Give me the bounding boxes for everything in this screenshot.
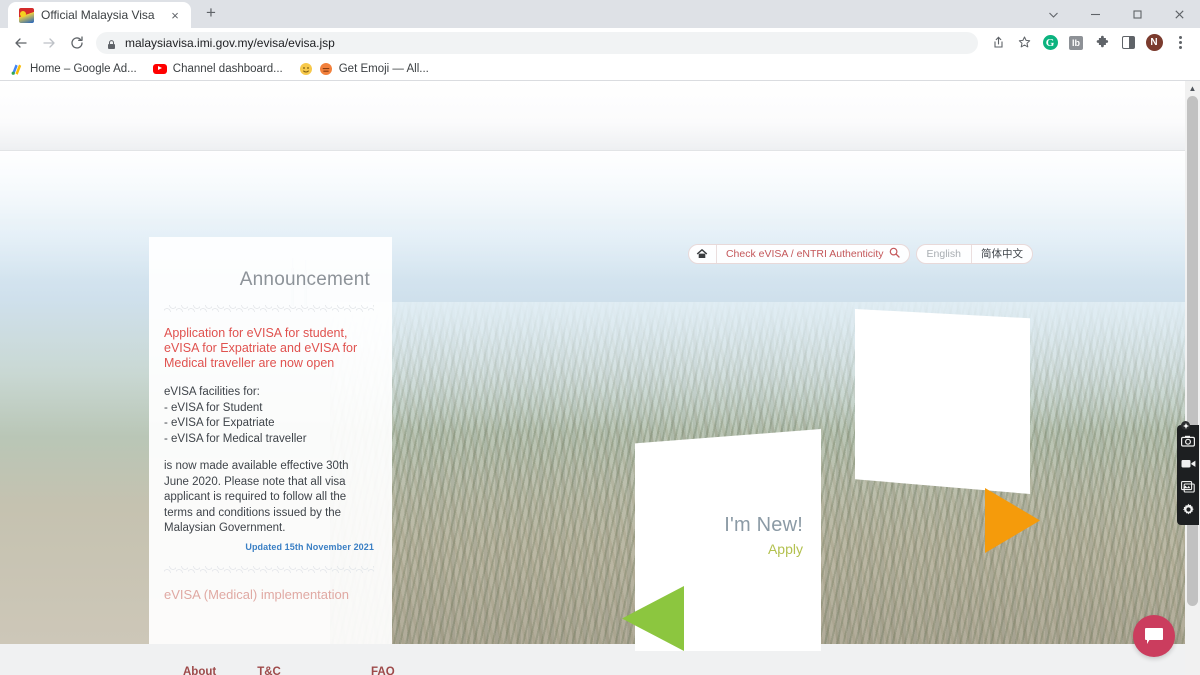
footer-heading: FAQ: [371, 666, 395, 675]
puzzle-extension-icon[interactable]: [1090, 31, 1114, 55]
bookmark-item[interactable]: Channel dashboard...: [152, 62, 283, 76]
announcement-headline: Application for eVISA for student, eVISA…: [164, 326, 358, 370]
close-window-icon[interactable]: [1158, 0, 1200, 28]
bookmarks-bar: Home – Google Ad... Channel dashboard...…: [0, 57, 1200, 81]
screen-recorder-toolbar: [1177, 421, 1199, 525]
footer-column-tc: T&C eVISA General eVISA Medical: [257, 666, 330, 675]
bookmark-star-icon[interactable]: [1012, 31, 1036, 55]
minimize-icon[interactable]: [1074, 0, 1116, 28]
tab-strip: Official Malaysia Visa × +: [0, 0, 1200, 28]
scroll-up-icon[interactable]: ▲: [1185, 81, 1200, 96]
window-controls: [1032, 0, 1200, 28]
bookmark-item[interactable]: Home – Google Ad...: [10, 62, 137, 76]
language-switcher: English 简体中文: [915, 244, 1033, 264]
nav-pill-group: Check eVISA / eNTRI Authenticity: [687, 244, 910, 264]
facilities-intro: eVISA facilities for:: [164, 386, 260, 398]
apply-link[interactable]: Apply: [724, 541, 803, 557]
new-user-label: I'm New! Apply: [724, 514, 803, 557]
lock-icon: [106, 37, 117, 49]
check-authenticity-button[interactable]: Check eVISA / eNTRI Authenticity: [717, 247, 909, 261]
divider-wavy: [164, 305, 374, 312]
camera-icon[interactable]: [1181, 433, 1196, 448]
new-tab-button[interactable]: +: [197, 0, 225, 27]
footer-heading: About: [183, 666, 217, 675]
browser-toolbar: malaysiavisa.imi.gov.my/evisa/evisa.jsp …: [0, 28, 1200, 57]
maximize-icon[interactable]: [1116, 0, 1158, 28]
toolbar-actions: G Ib N: [986, 31, 1192, 55]
side-panel-icon[interactable]: [1116, 31, 1140, 55]
close-icon[interactable]: ×: [167, 7, 183, 23]
browser-window: Official Malaysia Visa × + malaysiavisa.…: [0, 0, 1200, 675]
page-viewport: MALAYSIA JABATAN IMIGRESEN MALAYSIA IMMI…: [0, 81, 1200, 675]
bookmark-label: Channel dashboard...: [172, 62, 283, 75]
ib-extension-icon[interactable]: Ib: [1064, 31, 1088, 55]
gear-icon[interactable]: [1181, 502, 1196, 517]
grammarly-extension-icon[interactable]: G: [1038, 31, 1062, 55]
search-icon: [889, 247, 900, 261]
back-icon[interactable]: [8, 30, 34, 56]
check-authenticity-label: Check eVISA / eNTRI Authenticity: [725, 248, 884, 260]
avatar-initial: N: [1145, 34, 1163, 51]
announcement-paragraph: is now made available effective 30th Jun…: [164, 460, 349, 534]
google-ads-icon: [10, 62, 24, 76]
divider-wavy: [164, 565, 374, 573]
bookmark-label: Home – Google Ad...: [30, 62, 137, 75]
chevron-down-icon[interactable]: [1032, 0, 1074, 28]
returning-user-panel[interactable]: [855, 309, 1030, 494]
footer-heading: T&C: [257, 666, 281, 675]
youtube-icon: [152, 62, 167, 76]
home-icon[interactable]: [689, 245, 717, 263]
site-header: [0, 81, 1200, 151]
video-camera-icon[interactable]: [1181, 456, 1196, 471]
chat-button[interactable]: [1133, 615, 1175, 657]
side-panel-glyph: [1121, 36, 1135, 49]
new-user-title: I'm New!: [724, 514, 803, 536]
profile-avatar[interactable]: N: [1142, 31, 1166, 55]
announcement-card: Announcement Application for eVISA for s…: [149, 237, 392, 644]
facility-item: - eVISA for Student: [164, 401, 263, 414]
reload-icon[interactable]: [64, 30, 90, 56]
footer-links: About eVISA T&C eVISA General eVISA Medi…: [183, 666, 402, 675]
scrollbar-thumb[interactable]: [1187, 96, 1198, 606]
forward-icon[interactable]: [36, 30, 62, 56]
facility-item: - eVISA for Medical traveller: [164, 432, 307, 445]
footer-column-about: About eVISA: [183, 666, 216, 675]
share-icon[interactable]: [986, 31, 1010, 55]
grammarly-glyph: G: [1042, 35, 1058, 50]
footer-column-faq: FAQ eVISA: [371, 666, 402, 675]
facility-item: - eVISA for Expatriate: [164, 417, 275, 429]
recorder-handle[interactable]: [1181, 421, 1190, 430]
announcement-title: Announcement: [239, 269, 370, 290]
malaysia-flag-icon: [19, 7, 34, 23]
site-footer: [0, 644, 1185, 675]
tab-title: Official Malaysia Visa: [41, 8, 155, 22]
url-text: malaysiavisa.imi.gov.my/evisa/evisa.jsp: [125, 35, 335, 50]
announcement-updated: Updated 15th November 2021: [245, 541, 374, 552]
bookmark-label: Get Emoji — All...: [338, 62, 429, 75]
haze-overlay: [330, 302, 1185, 432]
chrome-menu-icon[interactable]: [1168, 31, 1192, 55]
screenshot-icon[interactable]: [1181, 479, 1196, 494]
browser-tab[interactable]: Official Malaysia Visa ×: [8, 2, 191, 28]
emoji-orange-icon: [319, 62, 333, 76]
bookmark-item[interactable]: [299, 62, 313, 76]
lang-english[interactable]: English: [917, 245, 972, 263]
vertical-scrollbar[interactable]: ▲: [1185, 81, 1200, 675]
bookmark-item[interactable]: Get Emoji — All...: [319, 62, 429, 76]
chat-bubble-icon: [1145, 628, 1163, 644]
announcement-next-item[interactable]: eVISA (Medical) implementation: [164, 587, 374, 602]
kebab-glyph: [1178, 36, 1182, 49]
address-bar[interactable]: malaysiavisa.imi.gov.my/evisa/evisa.jsp: [96, 31, 978, 54]
ib-glyph: Ib: [1069, 35, 1083, 50]
announcement-body: eVISA facilities for: - eVISA for Studen…: [164, 385, 374, 537]
emoji-smile-icon: [299, 62, 313, 76]
lang-chinese[interactable]: 简体中文: [972, 245, 1032, 263]
site-nav: Check eVISA / eNTRI Authenticity English…: [687, 244, 1033, 264]
